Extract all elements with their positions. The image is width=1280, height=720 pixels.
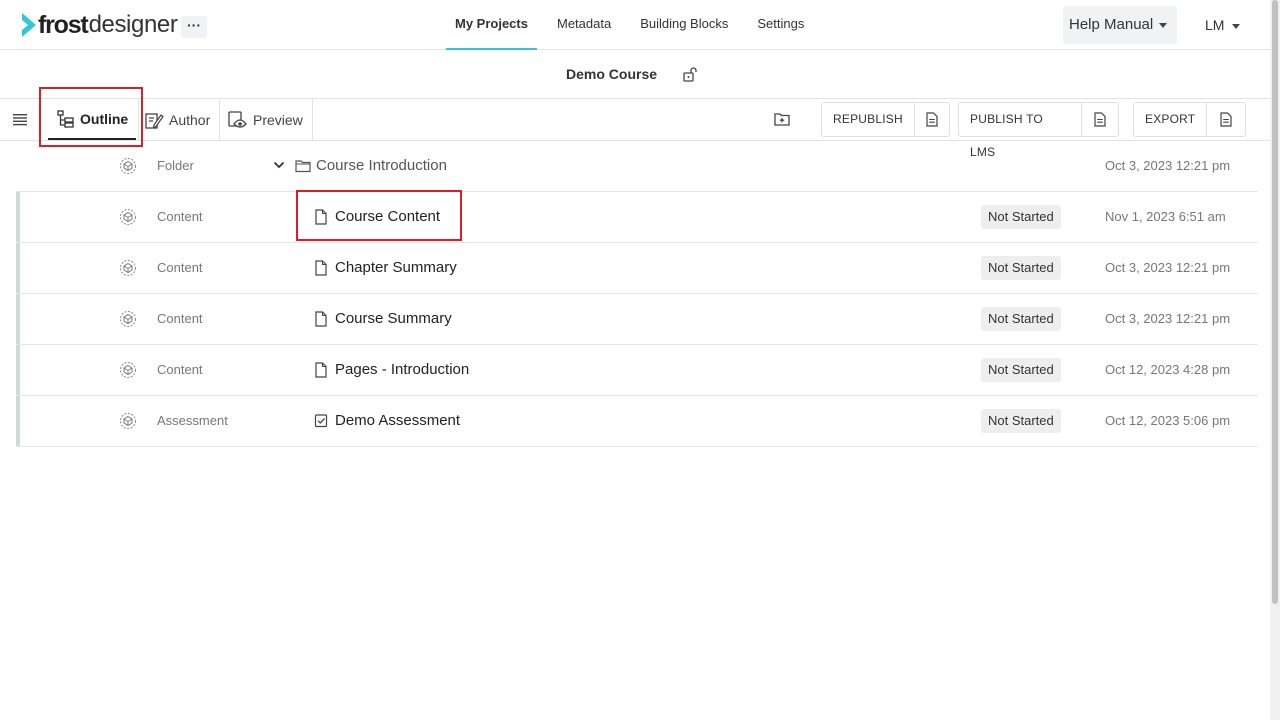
- document-icon: [315, 311, 327, 327]
- document-icon: [1220, 112, 1232, 127]
- progress-status-icon: [120, 362, 136, 378]
- row-indicator-bar: [16, 345, 20, 395]
- row-modified-date: Oct 3, 2023 12:21 pm: [1105, 311, 1231, 326]
- row-type-label: Content: [157, 362, 203, 377]
- tab-preview[interactable]: Preview: [228, 100, 312, 140]
- frost-designer-logo[interactable]: frost designer: [21, 10, 178, 39]
- status-badge: Not Started: [981, 256, 1061, 280]
- progress-status-icon: [120, 260, 136, 276]
- row-type-label: Folder: [157, 158, 194, 173]
- export-log-button[interactable]: [1206, 103, 1244, 136]
- tab-outline-label: Outline: [80, 111, 129, 127]
- republish-button-group: REPUBLISH: [821, 102, 950, 137]
- logo-chevron-icon: [22, 13, 36, 37]
- toolbar-divider: [219, 99, 220, 141]
- republish-button[interactable]: REPUBLISH: [822, 103, 914, 136]
- logo-text-bold: frost: [38, 10, 89, 39]
- row-modified-date: Oct 3, 2023 12:21 pm: [1105, 260, 1231, 275]
- author-edit-icon: [145, 112, 164, 129]
- row-modified-date: Oct 3, 2023 12:21 pm: [1105, 158, 1231, 173]
- row-item-name[interactable]: Demo Assessment: [335, 412, 460, 429]
- row-indicator-bar: [16, 294, 20, 344]
- outline-row-content[interactable]: Content Course Content Not Started Nov 1…: [16, 192, 1258, 243]
- chevron-down-icon[interactable]: [273, 160, 285, 170]
- row-item-name[interactable]: Course Introduction: [316, 157, 447, 174]
- document-icon: [1094, 112, 1106, 127]
- logo-text-light: designer: [88, 11, 178, 38]
- unlock-icon[interactable]: [683, 66, 697, 82]
- hamburger-menu-icon[interactable]: [12, 111, 28, 127]
- row-type-label: Content: [157, 311, 203, 326]
- main-nav: My Projects Metadata Building Blocks Set…: [446, 0, 824, 50]
- course-title: Demo Course: [566, 66, 658, 82]
- outline-row-folder[interactable]: Folder Course Introduction Oct 3, 2023 1…: [16, 141, 1258, 192]
- nav-settings[interactable]: Settings: [748, 0, 813, 50]
- outline-row-assessment[interactable]: Assessment Demo Assessment Not Started O…: [16, 396, 1258, 447]
- outline-tree-icon: [57, 110, 74, 128]
- progress-status-icon: [120, 209, 136, 225]
- tab-author[interactable]: Author: [145, 100, 217, 140]
- row-indicator-bar: [16, 396, 20, 446]
- caret-down-icon: [1159, 22, 1168, 28]
- outline-row-content[interactable]: Content Pages - Introduction Not Started…: [16, 345, 1258, 396]
- row-type-label: Assessment: [157, 413, 228, 428]
- more-options-button[interactable]: ···: [181, 16, 207, 38]
- tab-outline[interactable]: Outline: [48, 100, 136, 140]
- republish-log-button[interactable]: [913, 103, 949, 136]
- course-title-bar: Demo Course: [0, 50, 1270, 99]
- scrollbar-thumb[interactable]: [1272, 0, 1278, 604]
- progress-status-icon: [120, 311, 136, 327]
- toolbar-divider: [312, 99, 313, 141]
- checkbox-icon: [314, 414, 328, 428]
- progress-status-icon: [120, 413, 136, 429]
- help-manual-dropdown[interactable]: Help Manual: [1063, 6, 1177, 44]
- export-button-group: EXPORT: [1133, 102, 1246, 137]
- progress-status-icon: [120, 158, 136, 174]
- row-item-name[interactable]: Course Summary: [335, 310, 452, 327]
- document-icon: [315, 209, 327, 225]
- publish-lms-button-group: PUBLISH TO LMS: [958, 102, 1119, 159]
- toolbar-divider: [138, 99, 139, 141]
- caret-down-icon: [1232, 23, 1241, 29]
- row-modified-date: Oct 12, 2023 4:28 pm: [1105, 362, 1231, 377]
- nav-my-projects[interactable]: My Projects: [446, 0, 537, 50]
- row-item-name[interactable]: Pages - Introduction: [335, 361, 469, 378]
- status-badge: Not Started: [981, 205, 1061, 229]
- status-badge: Not Started: [981, 409, 1061, 433]
- user-initials: LM: [1205, 17, 1225, 33]
- tab-author-label: Author: [169, 112, 211, 128]
- document-icon: [926, 112, 938, 127]
- row-type-label: Content: [157, 209, 203, 224]
- add-folder-icon[interactable]: [774, 112, 790, 126]
- export-button[interactable]: EXPORT: [1134, 103, 1206, 136]
- status-badge: Not Started: [981, 307, 1061, 331]
- page-scrollbar[interactable]: [1270, 0, 1280, 720]
- top-navigation-bar: frost designer ··· My Projects Metadata …: [0, 0, 1270, 50]
- folder-icon: [295, 160, 311, 173]
- document-icon: [315, 260, 327, 276]
- outline-row-content[interactable]: Content Course Summary Not Started Oct 3…: [16, 294, 1258, 345]
- row-modified-date: Oct 12, 2023 5:06 pm: [1105, 413, 1231, 428]
- row-item-name[interactable]: Chapter Summary: [335, 259, 457, 276]
- help-manual-label: Help Manual: [1069, 16, 1154, 33]
- row-indicator-bar: [16, 192, 20, 242]
- publish-to-lms-button[interactable]: PUBLISH TO LMS: [959, 103, 1081, 159]
- view-toolbar: Outline Author Preview REPUBLISH PUBLISH…: [0, 99, 1270, 159]
- user-menu-dropdown[interactable]: LM: [1197, 6, 1247, 44]
- row-modified-date: Nov 1, 2023 6:51 am: [1105, 209, 1226, 224]
- nav-metadata[interactable]: Metadata: [548, 0, 620, 50]
- document-icon: [315, 362, 327, 378]
- publish-lms-log-button[interactable]: [1080, 103, 1118, 136]
- outline-row-content[interactable]: Content Chapter Summary Not Started Oct …: [16, 243, 1258, 294]
- tab-preview-label: Preview: [253, 112, 303, 128]
- nav-building-blocks[interactable]: Building Blocks: [631, 0, 737, 50]
- row-indicator-bar: [16, 243, 20, 293]
- row-item-name[interactable]: Course Content: [335, 208, 440, 225]
- preview-eye-icon: [228, 111, 247, 128]
- status-badge: Not Started: [981, 358, 1061, 382]
- row-type-label: Content: [157, 260, 203, 275]
